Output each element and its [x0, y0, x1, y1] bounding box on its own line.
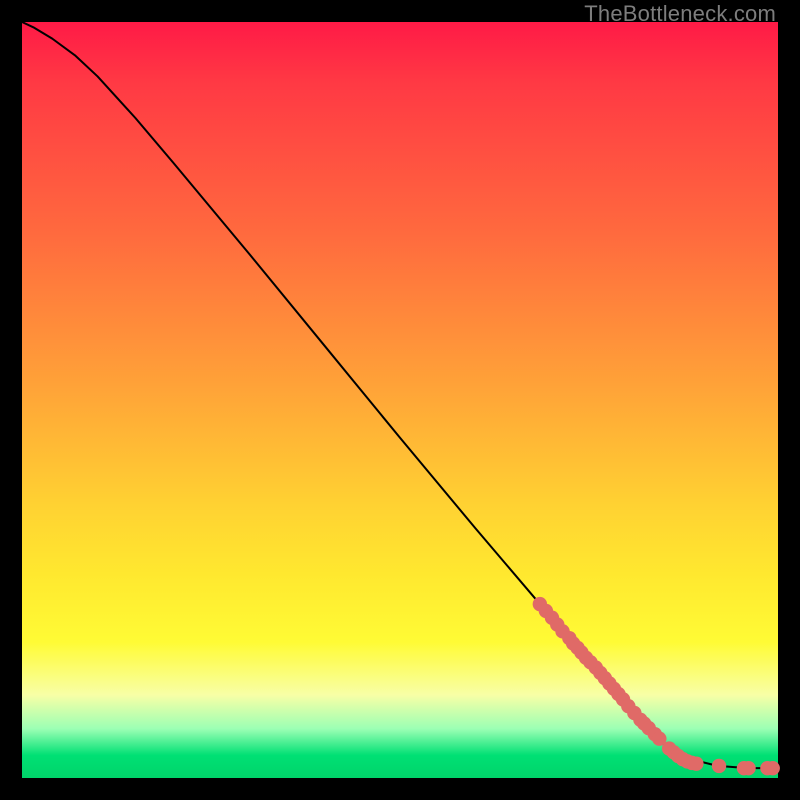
gradient-plot-area — [22, 22, 778, 778]
scatter-dot — [689, 756, 703, 770]
scatter-dot — [741, 761, 755, 775]
curve-line — [22, 22, 778, 768]
chart-svg — [22, 22, 778, 778]
scatter-dot — [766, 761, 780, 775]
chart-frame: TheBottleneck.com — [0, 0, 800, 800]
scatter-markers — [533, 597, 780, 775]
scatter-dot — [712, 759, 726, 773]
chart-curve-path — [22, 22, 778, 768]
